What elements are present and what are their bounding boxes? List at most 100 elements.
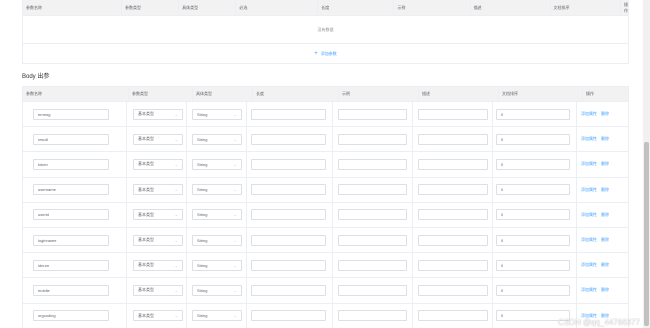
param-name-input[interactable]: result bbox=[33, 133, 109, 145]
add-attribute-link[interactable]: 添加属性 bbox=[581, 212, 597, 218]
order-input[interactable]: 0 bbox=[496, 259, 570, 271]
vertical-scrollbar[interactable] bbox=[643, 0, 650, 328]
example-input[interactable] bbox=[338, 133, 407, 145]
param-type-select[interactable]: 基本类型 ⌄ bbox=[133, 133, 183, 145]
type-cell: 基本类型 ⌄ bbox=[127, 303, 187, 328]
add-param-button[interactable]: + 添加参数 bbox=[22, 44, 629, 64]
detail-type-select[interactable]: String ⌄ bbox=[192, 310, 242, 322]
param-name-input[interactable]: orgcoding bbox=[33, 310, 109, 322]
delete-link[interactable]: 删除 bbox=[601, 187, 609, 193]
order-cell: 0 bbox=[493, 253, 577, 278]
detail-type-select[interactable]: String ⌄ bbox=[192, 259, 242, 271]
example-input[interactable] bbox=[338, 184, 407, 196]
description-input[interactable] bbox=[418, 310, 488, 322]
example-input[interactable] bbox=[338, 310, 407, 322]
detail-type-select[interactable]: String ⌄ bbox=[192, 133, 242, 145]
delete-link[interactable]: 删除 bbox=[601, 262, 609, 268]
param-name-input[interactable]: mobile bbox=[33, 284, 109, 296]
add-attribute-link[interactable]: 添加属性 bbox=[581, 136, 597, 142]
detail-type-select[interactable]: String ⌄ bbox=[192, 108, 242, 120]
order-input[interactable]: 0 bbox=[496, 284, 570, 296]
chevron-down-icon: ⌄ bbox=[233, 313, 237, 319]
delete-link[interactable]: 删除 bbox=[601, 136, 609, 142]
description-input[interactable] bbox=[418, 133, 488, 145]
param-type-value: 基本类型 bbox=[138, 287, 154, 293]
length-input[interactable] bbox=[251, 284, 326, 296]
table-header: 参数名称 参数类型 具体类型 必选 长度 示例 描述 文档排序 操作 bbox=[23, 0, 628, 16]
param-name-input[interactable]: username bbox=[33, 184, 109, 196]
length-input[interactable] bbox=[251, 209, 326, 221]
param-type-select[interactable]: 基本类型 ⌄ bbox=[133, 259, 183, 271]
length-input[interactable] bbox=[251, 184, 326, 196]
actions-cell: 添加属性 删除 bbox=[577, 228, 628, 252]
description-input[interactable] bbox=[418, 284, 488, 296]
add-attribute-link[interactable]: 添加属性 bbox=[581, 161, 597, 167]
param-name-input[interactable]: userid bbox=[33, 209, 109, 221]
chevron-down-icon: ⌄ bbox=[174, 287, 178, 293]
example-input[interactable] bbox=[338, 108, 407, 120]
add-attribute-link[interactable]: 添加属性 bbox=[581, 262, 597, 268]
length-input[interactable] bbox=[251, 259, 326, 271]
order-input[interactable]: 0 bbox=[496, 108, 570, 120]
param-type-select[interactable]: 基本类型 ⌄ bbox=[133, 209, 183, 221]
scrollbar-thumb[interactable] bbox=[644, 142, 649, 326]
length-cell bbox=[247, 177, 333, 202]
chevron-down-icon: ⌄ bbox=[174, 111, 178, 117]
param-type-select[interactable]: 基本类型 ⌄ bbox=[133, 158, 183, 170]
add-attribute-link[interactable]: 添加属性 bbox=[581, 287, 597, 293]
example-input[interactable] bbox=[338, 284, 407, 296]
add-attribute-link[interactable]: 添加属性 bbox=[581, 111, 597, 117]
example-cell bbox=[333, 202, 413, 227]
length-input[interactable] bbox=[251, 234, 326, 246]
detail-type-select[interactable]: String ⌄ bbox=[192, 158, 242, 170]
delete-link[interactable]: 删除 bbox=[601, 161, 609, 167]
example-input[interactable] bbox=[338, 259, 407, 271]
detail-type-select[interactable]: String ⌄ bbox=[192, 234, 242, 246]
param-name-input[interactable]: token bbox=[33, 158, 109, 170]
length-input[interactable] bbox=[251, 133, 326, 145]
description-input[interactable] bbox=[418, 259, 488, 271]
order-input[interactable]: 0 bbox=[496, 158, 570, 170]
order-cell: 0 bbox=[493, 102, 577, 127]
param-type-select[interactable]: 基本类型 ⌄ bbox=[133, 184, 183, 196]
description-input[interactable] bbox=[418, 209, 488, 221]
length-input[interactable] bbox=[251, 108, 326, 120]
param-name-input[interactable]: idnum bbox=[33, 259, 109, 271]
delete-link[interactable]: 删除 bbox=[601, 287, 609, 293]
param-name-input[interactable]: loginname bbox=[33, 234, 109, 246]
order-input[interactable]: 0 bbox=[496, 184, 570, 196]
order-input[interactable]: 0 bbox=[496, 234, 570, 246]
param-type-value: 基本类型 bbox=[138, 312, 154, 318]
column-header: 描述 bbox=[471, 0, 551, 15]
description-input[interactable] bbox=[418, 108, 488, 120]
actions-cell: 添加属性 删除 bbox=[577, 178, 628, 202]
param-name-input[interactable]: errmsg bbox=[33, 108, 109, 120]
detail-type-cell: String ⌄ bbox=[187, 303, 247, 328]
detail-type-select[interactable]: String ⌄ bbox=[192, 284, 242, 296]
detail-type-select[interactable]: String ⌄ bbox=[192, 209, 242, 221]
add-attribute-link[interactable]: 添加属性 bbox=[581, 237, 597, 243]
description-input[interactable] bbox=[418, 158, 488, 170]
example-input[interactable] bbox=[338, 158, 407, 170]
order-input[interactable]: 0 bbox=[496, 209, 570, 221]
table-row: orgcoding 基本类型 ⌄ String ⌄ 0 添加属性 删除 bbox=[23, 303, 628, 328]
delete-link[interactable]: 删除 bbox=[601, 212, 609, 218]
example-input[interactable] bbox=[338, 209, 407, 221]
detail-type-select[interactable]: String ⌄ bbox=[192, 184, 242, 196]
length-input[interactable] bbox=[251, 310, 326, 322]
param-type-select[interactable]: 基本类型 ⌄ bbox=[133, 310, 183, 322]
delete-link[interactable]: 删除 bbox=[601, 237, 609, 243]
order-input[interactable]: 0 bbox=[496, 133, 570, 145]
delete-link[interactable]: 删除 bbox=[601, 111, 609, 117]
body-response-table: 参数名称 参数类型 具体类型 长度 示例 描述 文档排序 操作 errmsg 基本… bbox=[22, 86, 629, 328]
description-input[interactable] bbox=[418, 234, 488, 246]
example-input[interactable] bbox=[338, 234, 407, 246]
length-input[interactable] bbox=[251, 158, 326, 170]
param-type-select[interactable]: 基本类型 ⌄ bbox=[133, 108, 183, 120]
detail-type-value: String bbox=[197, 136, 208, 142]
param-type-select[interactable]: 基本类型 ⌄ bbox=[133, 234, 183, 246]
add-attribute-link[interactable]: 添加属性 bbox=[581, 187, 597, 193]
description-input[interactable] bbox=[418, 184, 488, 196]
type-cell: 基本类型 ⌄ bbox=[127, 202, 187, 227]
param-type-select[interactable]: 基本类型 ⌄ bbox=[133, 284, 183, 296]
